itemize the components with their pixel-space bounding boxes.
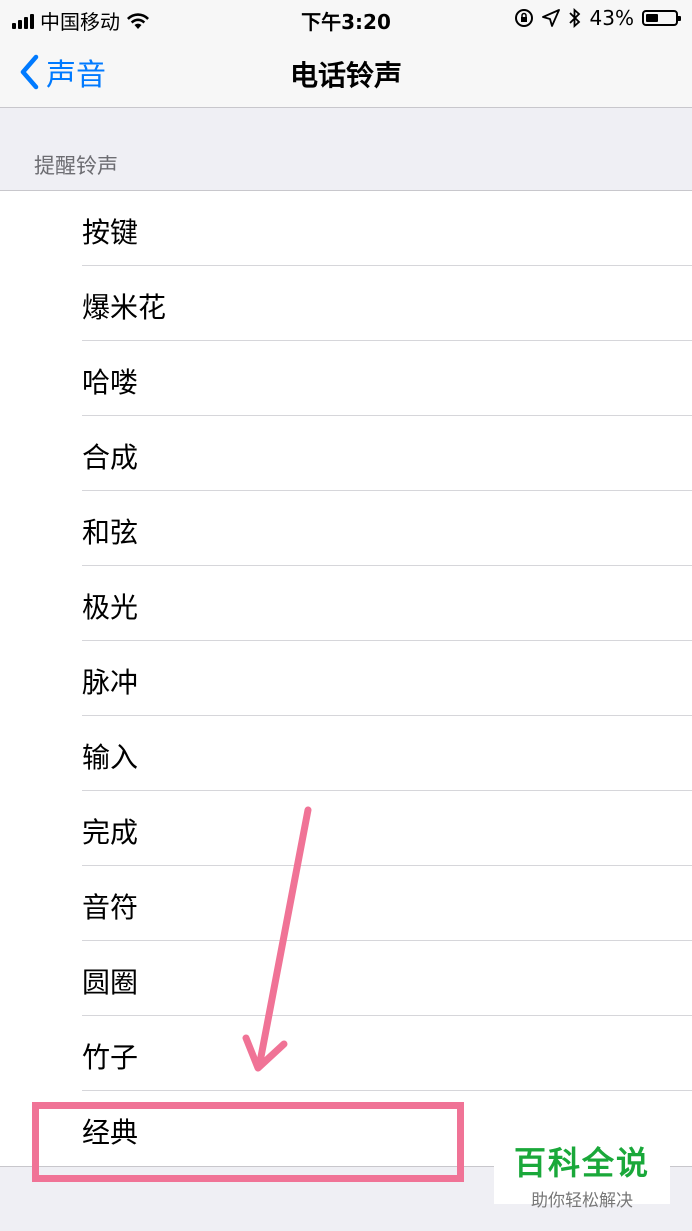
watermark-logo: 百科全说 助你轻松解决 [494,1132,670,1211]
list-item[interactable]: 竹子 [0,1016,692,1091]
watermark-subtitle: 助你轻松解决 [531,1191,633,1211]
watermark-title: 百科全说 [513,1144,650,1182]
ringtone-label: 音符 [82,891,139,924]
ringtone-list: 按键爆米花哈喽合成和弦极光脉冲输入完成音符圆圈竹子经典 [0,190,692,1166]
orientation-lock-icon [514,9,533,27]
ringtone-label: 圆圈 [82,966,139,999]
ringtone-label: 完成 [82,816,139,849]
list-item[interactable]: 爆米花 [0,266,692,341]
list-item[interactable]: 极光 [0,566,692,641]
list-item[interactable]: 合成 [0,416,692,491]
navigation-bar: 声音 电话铃声 [0,36,692,108]
ringtone-label: 竹子 [82,1041,139,1074]
ringtone-label: 和弦 [82,516,139,549]
ringtone-label: 合成 [82,441,139,474]
list-item[interactable]: 按键 [0,191,692,266]
section-header: 提醒铃声 [34,154,118,178]
status-bar: 中国移动 下午3:20 43% [0,0,692,36]
ringtone-label: 爆米花 [82,291,167,324]
ringtone-label: 脉冲 [82,666,139,699]
list-item[interactable]: 和弦 [0,491,692,566]
ringtone-label: 输入 [82,741,139,774]
ringtone-label: 经典 [82,1116,139,1149]
status-right: 43% [514,6,681,30]
list-item[interactable]: 圆圈 [0,941,692,1016]
list-item[interactable]: 完成 [0,791,692,866]
battery-icon [642,10,681,26]
list-item[interactable]: 音符 [0,866,692,941]
list-item[interactable]: 输入 [0,716,692,791]
page-title: 电话铃声 [289,59,402,92]
ringtone-label: 极光 [82,591,139,624]
list-item[interactable]: 哈喽 [0,341,692,416]
list-item[interactable]: 脉冲 [0,641,692,716]
bluetooth-icon [568,8,580,28]
battery-percent: 43% [589,6,634,30]
location-icon [541,9,560,27]
ringtone-label: 按键 [82,216,139,249]
ringtone-label: 哈喽 [82,366,139,399]
